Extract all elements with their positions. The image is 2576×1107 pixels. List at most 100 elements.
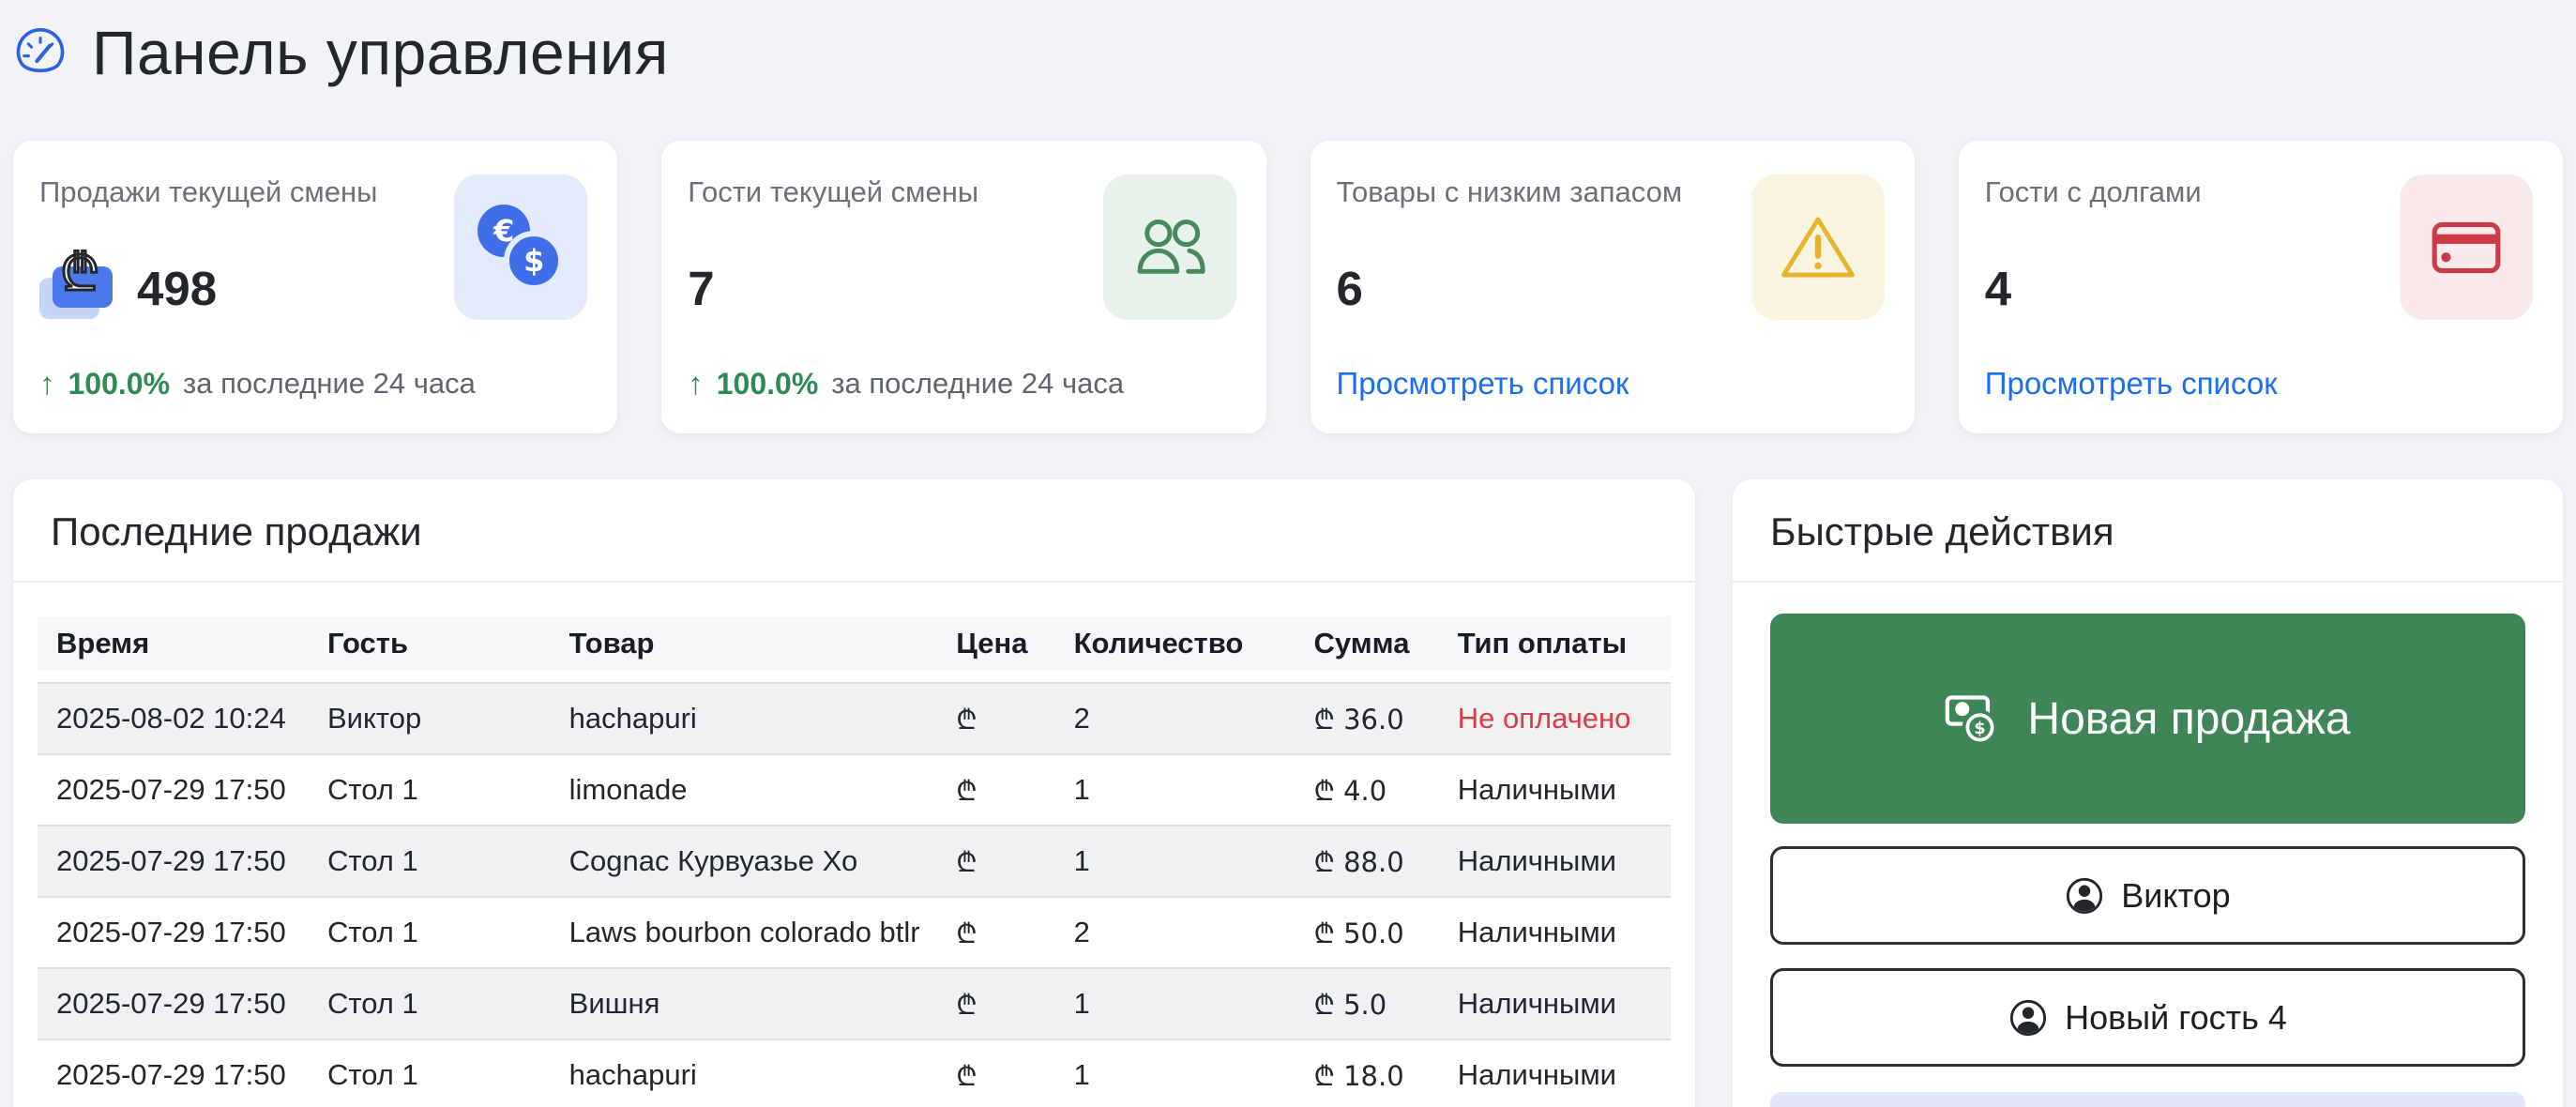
stat-card-sales: Продажи текущей смены ₾ 498 ↑ 100.0% за … xyxy=(13,141,617,433)
stats-row: Продажи текущей смены ₾ 498 ↑ 100.0% за … xyxy=(13,141,2563,433)
column-header: Сумма xyxy=(1296,616,1439,682)
table-row: 2025-07-29 17:50Стол 1Cognac Курвуазье Х… xyxy=(38,825,1671,896)
delta-value: 100.0% xyxy=(717,367,819,402)
delta-suffix: за последние 24 часа xyxy=(831,367,1124,401)
cell-time: 2025-07-29 17:50 xyxy=(38,896,309,967)
cell-time: 2025-07-29 17:50 xyxy=(38,967,309,1039)
recent-sales-title: Последние продажи xyxy=(51,509,1658,554)
cell-guest: Стол 1 xyxy=(309,967,551,1039)
coins-icon: € $ xyxy=(454,174,587,320)
guest-button[interactable]: Виктор xyxy=(1770,846,2525,945)
page-title: Панель управления xyxy=(92,17,669,88)
sales-table: ВремяГостьТоварЦенаКоличествоСуммаТип оп… xyxy=(38,616,1671,1107)
stat-value: 4 xyxy=(1985,261,2011,316)
cell-price: ₾ xyxy=(937,1039,1054,1107)
stat-label: Гости текущей смены xyxy=(688,174,1063,211)
cell-price: ₾ xyxy=(937,682,1054,753)
stat-value: 6 xyxy=(1337,261,1363,316)
cell-sum: ₾ 5.0 xyxy=(1296,967,1439,1039)
cell-qty: 1 xyxy=(1055,967,1296,1039)
quick-actions-panel: Быстрые действия $ Новая продажа xyxy=(1733,479,2563,1107)
cell-price: ₾ xyxy=(937,896,1054,967)
cell-qty: 1 xyxy=(1055,753,1296,825)
cell-time: 2025-07-29 17:50 xyxy=(38,1039,309,1107)
cell-product: hachapuri xyxy=(551,1039,938,1107)
cell-time: 2025-07-29 17:50 xyxy=(38,825,309,896)
svg-text:$: $ xyxy=(1975,719,1986,738)
cell-payment: Не оплачено xyxy=(1439,682,1671,753)
cell-payment: Наличными xyxy=(1439,825,1671,896)
arrow-up-icon: ↑ xyxy=(39,366,55,402)
cell-price: ₾ xyxy=(937,825,1054,896)
cell-guest: Стол 1 xyxy=(309,896,551,967)
recent-sales-panel: Последние продажи ВремяГостьТоварЦенаКол… xyxy=(13,479,1695,1107)
dashboard-gauge-icon xyxy=(13,25,68,80)
cash-icon: $ xyxy=(1945,693,2001,744)
person-circle-icon xyxy=(2065,876,2104,916)
column-header: Время xyxy=(38,616,309,682)
guest-button-label: Новый гость 4 xyxy=(2065,998,2287,1038)
new-sale-button[interactable]: $ Новая продажа xyxy=(1770,614,2525,824)
cell-guest: Стол 1 xyxy=(309,1039,551,1107)
table-row: 2025-07-29 17:50Стол 1Вишня₾1₾ 5.0Наличн… xyxy=(38,967,1671,1039)
column-header: Количество xyxy=(1055,616,1296,682)
partial-action-button[interactable] xyxy=(1770,1092,2525,1107)
column-header: Товар xyxy=(551,616,938,682)
recent-sales-header: Последние продажи xyxy=(13,479,1695,583)
person-circle-icon xyxy=(2008,998,2048,1038)
column-header: Гость xyxy=(309,616,551,682)
cell-product: Вишня xyxy=(551,967,938,1039)
cell-price: ₾ xyxy=(937,753,1054,825)
stat-value: 7 xyxy=(688,261,714,316)
cell-sum: ₾ 18.0 xyxy=(1296,1039,1439,1107)
view-list-link[interactable]: Просмотреть список xyxy=(1337,366,1629,402)
stat-label: Товары с низким запасом xyxy=(1337,174,1712,211)
warning-icon xyxy=(1751,174,1885,320)
cell-time: 2025-08-02 10:24 xyxy=(38,682,309,753)
guest-button-label: Виктор xyxy=(2121,876,2230,916)
people-icon xyxy=(1103,174,1236,320)
table-row: 2025-07-29 17:50Стол 1limonade₾1₾ 4.0Нал… xyxy=(38,753,1671,825)
cell-qty: 2 xyxy=(1055,682,1296,753)
cell-product: Laws bourbon colorado btlr xyxy=(551,896,938,967)
cell-price: ₾ xyxy=(937,967,1054,1039)
new-sale-label: Новая продажа xyxy=(2027,693,2350,745)
table-row: 2025-07-29 17:50Стол 1Laws bourbon color… xyxy=(38,896,1671,967)
quick-actions-header: Быстрые действия xyxy=(1733,479,2563,583)
cell-qty: 1 xyxy=(1055,1039,1296,1107)
stat-card-debts: Гости с долгами 4 Просмотреть список xyxy=(1959,141,2563,433)
table-row: 2025-08-02 10:24Викторhachapuri₾2₾ 36.0Н… xyxy=(38,682,1671,753)
quick-actions-title: Быстрые действия xyxy=(1770,509,2525,554)
cell-payment: Наличными xyxy=(1439,967,1671,1039)
delta-suffix: за последние 24 часа xyxy=(183,367,476,401)
cell-payment: Наличными xyxy=(1439,896,1671,967)
stat-card-low-stock: Товары с низким запасом 6 Просмотреть сп… xyxy=(1311,141,1915,433)
cell-product: Cognac Курвуазье Хо xyxy=(551,825,938,896)
stat-label: Гости с долгами xyxy=(1985,174,2360,211)
table-row: 2025-07-29 17:50Стол 1hachapuri₾1₾ 18.0Н… xyxy=(38,1039,1671,1107)
dollar-coin-icon: $ xyxy=(504,231,564,291)
column-header: Тип оплаты xyxy=(1439,616,1671,682)
cell-sum: ₾ 36.0 xyxy=(1296,682,1439,753)
credit-card-icon xyxy=(2400,174,2533,320)
arrow-up-icon: ↑ xyxy=(688,366,704,402)
delta-value: 100.0% xyxy=(68,367,171,402)
view-list-link[interactable]: Просмотреть список xyxy=(1985,366,2278,402)
cell-guest: Стол 1 xyxy=(309,753,551,825)
cell-qty: 1 xyxy=(1055,825,1296,896)
cell-qty: 2 xyxy=(1055,896,1296,967)
page-header: Панель управления xyxy=(13,0,2563,88)
table-header-row: ВремяГостьТоварЦенаКоличествоСуммаТип оп… xyxy=(38,616,1671,682)
cell-sum: ₾ 50.0 xyxy=(1296,896,1439,967)
guest-buttons: Виктор Новый гость 4 xyxy=(1770,846,2525,1067)
guest-button[interactable]: Новый гость 4 xyxy=(1770,968,2525,1067)
cell-payment: Наличными xyxy=(1439,753,1671,825)
stat-value: 498 xyxy=(137,261,217,316)
column-header: Цена xyxy=(937,616,1054,682)
cell-time: 2025-07-29 17:50 xyxy=(38,753,309,825)
cell-guest: Виктор xyxy=(309,682,551,753)
cell-payment: Наличными xyxy=(1439,1039,1671,1107)
cell-product: limonade xyxy=(551,753,938,825)
lari-badge-icon: ₾ xyxy=(39,257,113,319)
cell-sum: ₾ 4.0 xyxy=(1296,753,1439,825)
